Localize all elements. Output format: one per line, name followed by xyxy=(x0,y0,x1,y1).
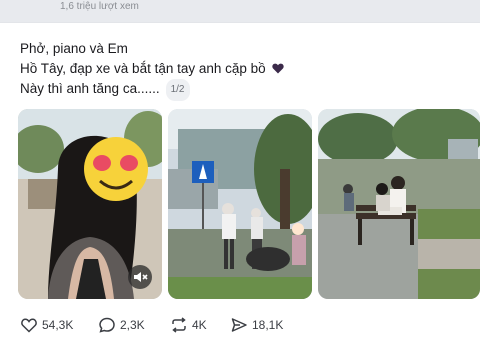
repost-count: 4K xyxy=(192,318,207,332)
post-caption: Phở, piano và Em Hồ Tây, đạp xe và bắt t… xyxy=(20,39,284,101)
share-button[interactable]: 18,1K xyxy=(230,316,283,334)
media-counter: 1/2 xyxy=(165,79,190,101)
repost-button[interactable]: 4K xyxy=(170,316,207,334)
action-bar: 54,3K 2,3K 4K 18,1K xyxy=(20,316,460,338)
heart-outline-icon xyxy=(21,318,37,333)
comment-count: 2,3K xyxy=(120,318,145,332)
street-photo[interactable] xyxy=(168,109,312,299)
caption-line-1: Phở, piano và Em xyxy=(20,41,128,56)
view-count: 1,6 triệu lượt xem xyxy=(60,1,139,12)
caption-line-3-text: Này thì anh tăng ca...... xyxy=(20,81,160,96)
comment-icon xyxy=(99,317,115,333)
post-card: Phở, piano và Em Hồ Tây, đạp xe và bắt t… xyxy=(0,22,480,361)
repost-icon xyxy=(172,317,186,333)
mute-icon[interactable] xyxy=(128,265,152,289)
comment-button[interactable]: 2,3K xyxy=(98,316,145,334)
selfie-photo[interactable] xyxy=(18,109,162,299)
caption-line-2: Hồ Tây, đạp xe và bắt tận tay anh cặp bồ xyxy=(20,59,284,79)
like-count: 54,3K xyxy=(42,318,74,332)
like-button[interactable]: 54,3K xyxy=(20,316,73,334)
caption-line-3: Này thì anh tăng ca...... 1/2 xyxy=(20,79,284,101)
caption-line-2-text: Hồ Tây, đạp xe và bắt tận tay anh cặp bồ xyxy=(20,61,266,76)
media-gallery[interactable] xyxy=(18,109,480,299)
share-count: 18,1K xyxy=(252,318,284,332)
park-bench-photo[interactable] xyxy=(318,109,480,299)
send-icon xyxy=(231,318,247,332)
heart-icon xyxy=(272,60,284,74)
